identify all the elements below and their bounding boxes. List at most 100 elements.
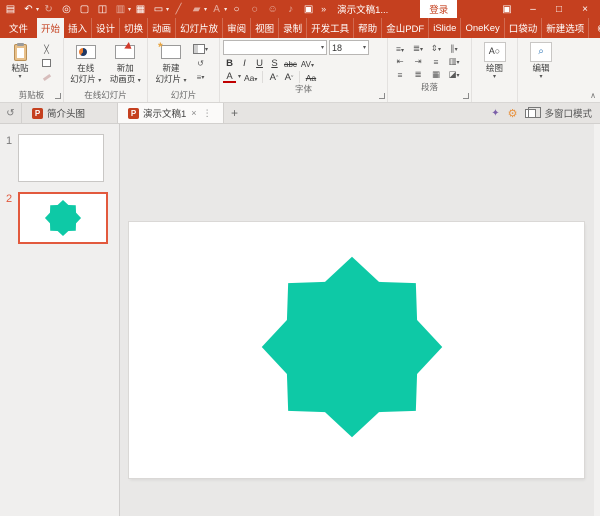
paste-button[interactable]: 粘贴 ▾ [3, 40, 37, 81]
copy-icon[interactable]: ▣ [300, 1, 317, 17]
drawing-dropdown-icon[interactable]: ▾ [493, 74, 496, 82]
change-case-button[interactable]: Aa▾ [243, 70, 258, 83]
slide-master-icon[interactable]: ▭ [150, 1, 167, 17]
new-slide-dropdown-icon[interactable]: ▾ [183, 78, 186, 84]
new-doc-tab-icon[interactable]: + [224, 103, 246, 123]
new-document-icon[interactable]: ▢ [76, 1, 93, 17]
slide-page[interactable] [129, 222, 584, 478]
new-animation-dropdown-icon[interactable]: ▾ [138, 78, 141, 84]
italic-button[interactable]: I [238, 56, 251, 69]
font-color-icon[interactable]: A [208, 1, 225, 17]
copy-slide-dropdown-icon[interactable]: ▾ [128, 6, 131, 13]
laser-pointer-icon[interactable]: ◎ [58, 1, 75, 17]
slide-2-thumbnail[interactable] [18, 192, 108, 244]
vertical-scrollbar[interactable] [594, 124, 600, 516]
oval-shape-icon[interactable]: ○ [228, 1, 245, 17]
editing-button[interactable]: ⌕ 编辑 ▾ [524, 40, 558, 81]
tab-pocket-animation[interactable]: 口袋动 [505, 18, 543, 38]
format-painter-icon[interactable] [39, 71, 54, 83]
multi-window-label[interactable]: 多窗口模式 [544, 106, 592, 120]
pen-icon[interactable]: ╱ [170, 1, 187, 17]
align-text-button[interactable]: ≣ [414, 69, 421, 80]
new-slide-button[interactable]: 新建 幻灯片 ▾ [151, 40, 191, 85]
smartart-convert-button[interactable]: ◪▾ [448, 69, 459, 80]
clipboard-dialog-launcher-icon[interactable] [55, 93, 61, 99]
tab-view[interactable]: 视图 [251, 18, 279, 38]
align-center-button[interactable]: ≡ [398, 70, 403, 80]
bold-button[interactable]: B [223, 56, 236, 69]
person-icon[interactable]: ☺ [264, 1, 281, 17]
doc-tab-more-icon[interactable]: ⋮ [202, 108, 213, 119]
layout-button[interactable]: ▾ [193, 43, 208, 55]
ribbon-display-options-icon[interactable]: ▣ [494, 0, 520, 18]
columns-button[interactable]: ▥▾ [448, 56, 459, 67]
save-icon[interactable]: ▤ [2, 1, 19, 17]
font-color-dropdown-icon[interactable]: ▾ [224, 6, 227, 13]
collapse-ribbon-icon[interactable]: ∧ [590, 91, 596, 100]
slide-1-thumbnail[interactable] [18, 134, 104, 182]
shrink-font-button[interactable]: Aˇ [282, 70, 295, 83]
tab-review[interactable]: 审阅 [223, 18, 251, 38]
maximize-icon[interactable]: □ [546, 0, 572, 18]
add-table-button[interactable]: ▦ [432, 69, 440, 80]
strikethrough-button[interactable]: abc [283, 56, 298, 69]
highlighter-icon[interactable]: ▰ [188, 1, 205, 17]
slide-canvas-area[interactable] [120, 124, 600, 516]
copy-slide-icon[interactable]: ▥ [112, 1, 129, 17]
online-slides-button[interactable]: 在线 幻灯片 ▾ [67, 40, 105, 85]
tab-record[interactable]: 录制 [279, 18, 307, 38]
signin-button[interactable]: 登录 [420, 0, 457, 18]
slide-thumbnail-panel[interactable]: 1 2 [0, 124, 120, 516]
highlighter-dropdown-icon[interactable]: ▾ [204, 6, 207, 13]
doc-tab-presentation1[interactable]: P 演示文稿1 × ⋮ [118, 103, 224, 123]
bullets-button[interactable]: ≡▾ [396, 44, 404, 54]
drawing-button[interactable]: A○ 绘图 ▾ [478, 40, 512, 81]
tab-developer[interactable]: 开发工具 [307, 18, 354, 38]
increase-indent-button[interactable]: ⇥ [414, 56, 421, 67]
minimize-icon[interactable]: – [520, 0, 546, 18]
close-icon[interactable]: × [572, 0, 598, 18]
underline-button[interactable]: U [253, 56, 266, 69]
font-name-combo[interactable]: ▾ [223, 40, 327, 55]
undo-dropdown-icon[interactable]: ▾ [36, 6, 39, 13]
font-dialog-launcher-icon[interactable] [379, 93, 385, 99]
doc-tab-intro[interactable]: P 简介头图 [22, 103, 118, 123]
text-direction-button[interactable]: ∥▾ [450, 43, 457, 54]
redo-icon[interactable]: ↻ [40, 1, 57, 17]
tell-me-button[interactable]: ◉ 告诉我 [589, 18, 600, 38]
more-commands-icon[interactable]: » [321, 4, 326, 14]
tab-animations[interactable]: 动画 [148, 18, 176, 38]
session-restore-icon[interactable]: ↺ [0, 103, 22, 123]
tab-insert[interactable]: 插入 [64, 18, 92, 38]
numbering-button[interactable]: ≣▾ [413, 43, 423, 54]
doc-tab-close-icon[interactable]: × [190, 108, 197, 118]
paste-dropdown-icon[interactable]: ▾ [18, 74, 21, 82]
tab-jinshan-pdf[interactable]: 金山PDF [382, 18, 429, 38]
clear-formatting-button[interactable]: Aa [304, 70, 317, 83]
sound-icon[interactable]: ♪ [282, 1, 299, 17]
star-shape[interactable] [257, 251, 447, 443]
editing-dropdown-icon[interactable]: ▾ [539, 74, 542, 82]
gear-icon[interactable]: ⚙ [508, 107, 518, 120]
tab-help[interactable]: 帮助 [354, 18, 382, 38]
magic-wand-icon[interactable]: ✦ [491, 108, 499, 119]
tab-home[interactable]: 开始 [37, 18, 64, 38]
character-spacing-button[interactable]: AV▾ [300, 56, 315, 69]
tab-new-tab[interactable]: 新建选项 [542, 18, 589, 38]
tab-slideshow[interactable]: 幻灯片放 [176, 18, 223, 38]
online-slides-dropdown-icon[interactable]: ▾ [98, 78, 101, 84]
grow-font-button[interactable]: Aˆ [267, 70, 280, 83]
slide-master-dropdown-icon[interactable]: ▾ [166, 6, 169, 13]
tab-transitions[interactable]: 切换 [120, 18, 148, 38]
align-left-button[interactable]: ≡ [434, 57, 439, 67]
paragraph-dialog-launcher-icon[interactable] [463, 93, 469, 99]
text-shadow-button[interactable]: S [268, 56, 281, 69]
tab-design[interactable]: 设计 [92, 18, 120, 38]
reset-slide-button[interactable]: ↺ [193, 57, 208, 69]
font-size-combo[interactable]: 18▾ [329, 40, 369, 55]
copy-mini-icon[interactable] [39, 57, 54, 69]
new-animation-page-button[interactable]: 新加 动画页 ▾ [107, 40, 145, 85]
table-icon[interactable]: ▦ [132, 1, 149, 17]
tab-onekey[interactable]: OneKey [461, 18, 504, 38]
font-size-dropdown-icon[interactable]: ▾ [363, 44, 366, 51]
